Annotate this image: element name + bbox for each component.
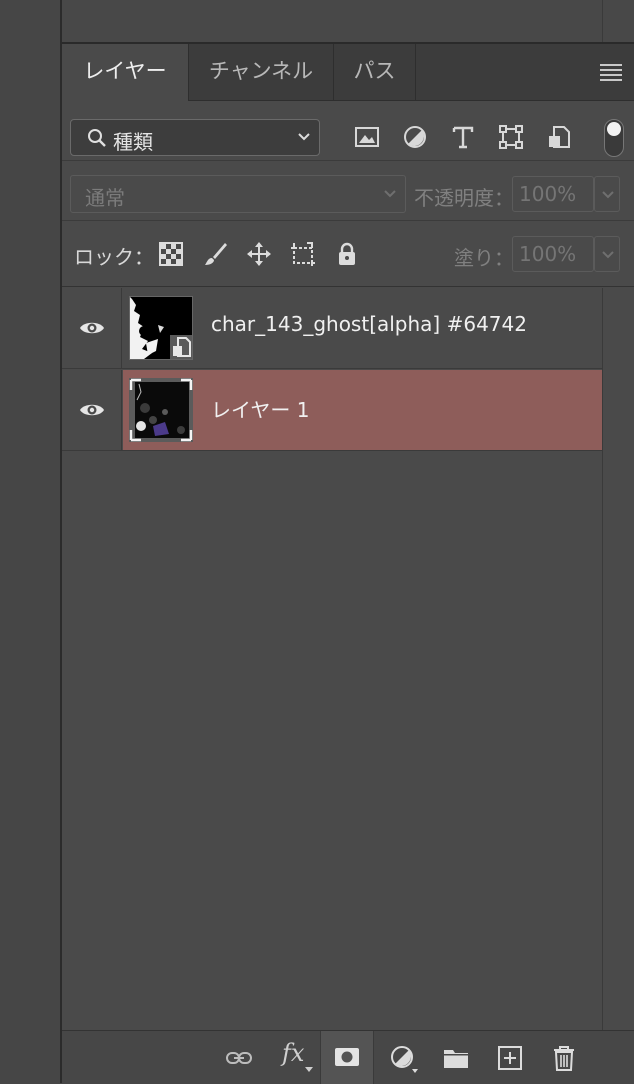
link-layers-icon[interactable] bbox=[224, 1043, 254, 1073]
lock-label: ロック： bbox=[74, 245, 154, 269]
left-dock-strip bbox=[0, 0, 62, 1083]
fill-dropdown-button[interactable] bbox=[594, 236, 620, 272]
tab-layers[interactable]: レイヤー bbox=[62, 44, 188, 101]
upper-panel-area bbox=[62, 0, 634, 44]
chevron-down-icon bbox=[602, 251, 614, 259]
layer-body[interactable]: レイヤー 1 bbox=[123, 370, 602, 450]
adjustment-layer-icon[interactable] bbox=[388, 1043, 418, 1073]
new-layer-icon[interactable] bbox=[495, 1043, 525, 1073]
layer-row[interactable]: char_143_ghost[alpha] #64742 bbox=[62, 288, 602, 369]
panel-menu-icon[interactable] bbox=[600, 64, 622, 81]
layer-list: char_143_ghost[alpha] #64742 レイヤー 1 bbox=[62, 288, 602, 1030]
opacity-dropdown-button[interactable] bbox=[594, 176, 620, 212]
lock-row: ロック： 塗り： 100% bbox=[62, 221, 634, 287]
layer-thumbnail bbox=[129, 296, 193, 360]
mask-icon bbox=[335, 1048, 359, 1066]
panel-tab-bar: レイヤー チャンネル パス bbox=[62, 44, 634, 101]
blend-mode-label: 通常 bbox=[85, 186, 125, 210]
visibility-toggle[interactable] bbox=[62, 370, 122, 450]
layers-bottom-toolbar: fx bbox=[62, 1030, 634, 1084]
smart-object-badge-icon bbox=[170, 335, 192, 359]
chevron-down-icon bbox=[602, 191, 614, 199]
layer-list-scroll-track[interactable] bbox=[602, 288, 634, 1030]
fill-input[interactable]: 100% bbox=[512, 236, 594, 272]
image-filter-icon[interactable] bbox=[352, 122, 382, 152]
chevron-down-icon bbox=[384, 190, 396, 198]
tab-paths[interactable]: パス bbox=[334, 44, 416, 100]
type-filter-icon[interactable] bbox=[448, 122, 478, 152]
eye-icon bbox=[80, 322, 104, 334]
filter-toggle[interactable] bbox=[604, 119, 624, 157]
thumbnail-art bbox=[129, 378, 193, 442]
opacity-input[interactable]: 100% bbox=[512, 176, 594, 212]
adjustment-filter-icon[interactable] bbox=[400, 122, 430, 152]
filter-kind-label: 種類 bbox=[113, 130, 153, 154]
artboard-lock-icon[interactable] bbox=[290, 241, 316, 267]
layer-name: レイヤー 1 bbox=[211, 398, 310, 422]
opacity-value: 100% bbox=[519, 182, 577, 206]
layer-name: char_143_ghost[alpha] #64742 bbox=[211, 312, 527, 336]
eye-icon bbox=[80, 404, 104, 416]
smart-object-filter-icon[interactable] bbox=[544, 122, 574, 152]
visibility-toggle[interactable] bbox=[62, 288, 122, 368]
fx-button[interactable]: fx bbox=[282, 1039, 304, 1067]
lock-icon[interactable] bbox=[334, 241, 360, 267]
shape-filter-icon[interactable] bbox=[496, 122, 526, 152]
trash-icon[interactable] bbox=[549, 1043, 579, 1073]
brush-icon[interactable] bbox=[202, 241, 228, 267]
layer-body[interactable]: char_143_ghost[alpha] #64742 bbox=[123, 288, 602, 368]
add-mask-button[interactable] bbox=[320, 1031, 374, 1084]
layer-thumbnail bbox=[129, 378, 193, 442]
toggle-knob bbox=[607, 122, 621, 136]
tab-channels[interactable]: チャンネル bbox=[188, 44, 334, 100]
fill-value: 100% bbox=[519, 242, 577, 266]
folder-icon[interactable] bbox=[441, 1043, 471, 1073]
fill-label: 塗り： bbox=[454, 246, 514, 270]
move-icon[interactable] bbox=[246, 241, 272, 267]
blend-mode-select[interactable]: 通常 bbox=[70, 175, 406, 213]
opacity-label: 不透明度： bbox=[414, 186, 514, 210]
fx-dropdown-arrow-icon bbox=[305, 1067, 313, 1072]
upper-panel-divider bbox=[602, 0, 603, 42]
chevron-down-icon bbox=[298, 133, 310, 141]
filter-row: 種類 bbox=[62, 101, 634, 161]
lock-transparent-pixels-icon[interactable] bbox=[158, 241, 184, 267]
search-icon bbox=[88, 129, 106, 147]
layers-panel: レイヤー チャンネル パス 種類 通常 不透明度： 100% ロック： 塗り： … bbox=[62, 44, 634, 1084]
layer-row-selected[interactable]: レイヤー 1 bbox=[62, 370, 602, 451]
filter-kind-select[interactable]: 種類 bbox=[70, 119, 320, 156]
blend-row: 通常 不透明度： 100% bbox=[62, 161, 634, 221]
